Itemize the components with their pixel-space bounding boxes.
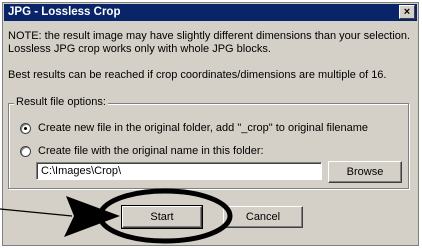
radio-folder-label[interactable]: Create file with the original name in th… bbox=[38, 145, 264, 158]
window-title: JPG - Lossless Crop bbox=[8, 6, 121, 18]
best-results-text: Best results can be reached if crop coor… bbox=[8, 69, 387, 81]
radio-row-folder[interactable]: Create file with the original name in th… bbox=[20, 145, 264, 158]
start-button[interactable]: Start bbox=[121, 205, 203, 229]
radio-new-file-label[interactable]: Create new file in the original folder, … bbox=[38, 122, 368, 135]
close-button[interactable]: × bbox=[399, 5, 415, 19]
browse-button[interactable]: Browse bbox=[328, 161, 402, 183]
cancel-button[interactable]: Cancel bbox=[223, 206, 303, 228]
radio-folder[interactable] bbox=[20, 146, 31, 157]
folder-path-input[interactable]: C:\Images\Crop\ bbox=[36, 162, 322, 180]
title-bar[interactable]: JPG - Lossless Crop × bbox=[4, 4, 417, 21]
radio-row-new-file[interactable]: Create new file in the original folder, … bbox=[20, 122, 368, 135]
close-icon: × bbox=[403, 6, 411, 18]
note-text: NOTE: the result image may have slightly… bbox=[8, 30, 411, 55]
result-options-legend: Result file options: bbox=[14, 96, 108, 109]
radio-new-file[interactable] bbox=[20, 123, 31, 134]
